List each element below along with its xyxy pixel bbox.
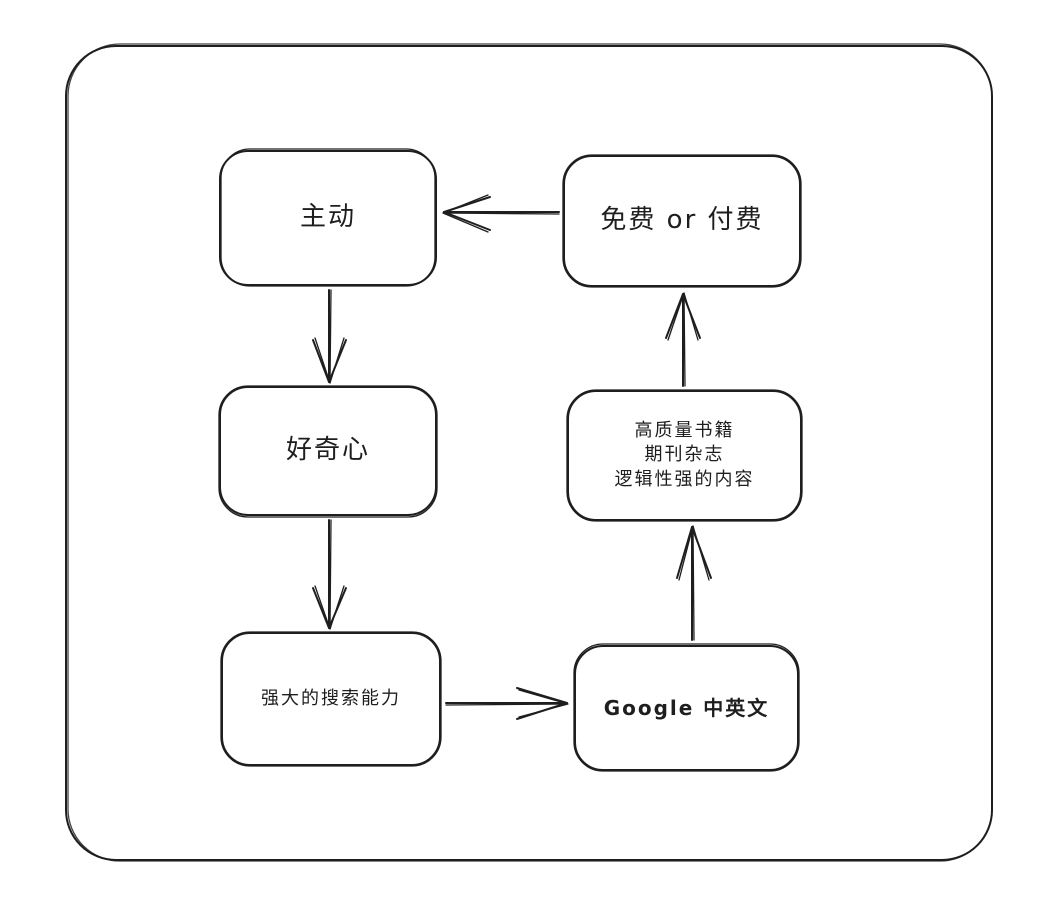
arrow-fufei-to-zhudong — [442, 194, 560, 233]
arrow-shuji-to-fufei — [665, 292, 701, 387]
arrow-haoqixin-to-sousuo — [312, 519, 347, 630]
diagram-svg — [65, 43, 993, 862]
node-label-fufei: 免费 or 付费 — [600, 205, 764, 236]
node-label-shuji: 高质量书籍 期刊杂志 逻辑性强的内容 — [614, 420, 755, 490]
node-label-haoqixin: 好奇心 — [285, 435, 370, 466]
arrow-zhudong-to-haoqixin — [312, 289, 347, 384]
node-label-sousuo: 强大的搜索能力 — [261, 687, 401, 709]
arrow-google-to-shuji — [676, 525, 712, 641]
arrow-sousuo-to-google — [445, 687, 569, 720]
node-label-zhudong: 主动 — [299, 202, 356, 233]
node-label-google: Google 中英文 — [603, 695, 770, 720]
diagram-canvas: 主动 好奇心 强大的搜索能力 Google 中英文 高质量书籍 期刊杂志 逻辑性… — [0, 0, 1062, 904]
outer-frame — [65, 43, 993, 862]
